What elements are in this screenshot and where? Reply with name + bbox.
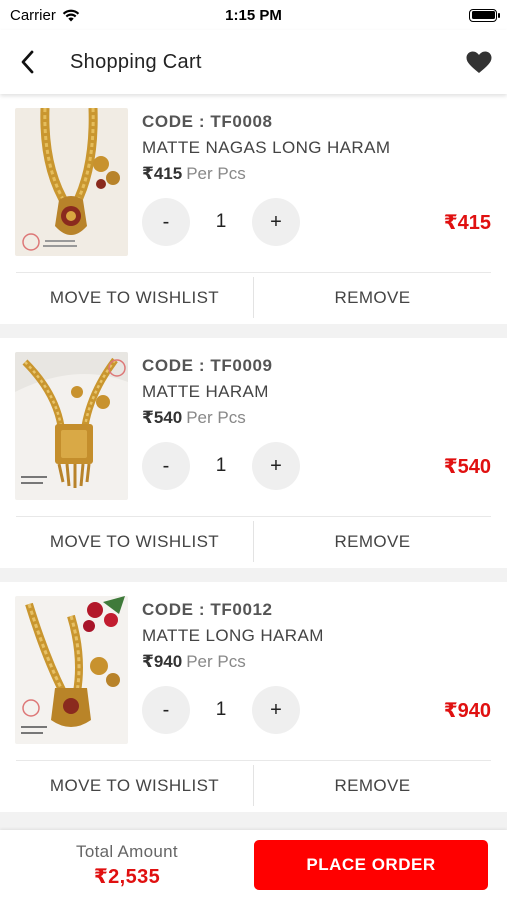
total-amount-label: Total Amount [76,841,178,861]
move-to-wishlist-button[interactable]: MOVE TO WISHLIST [16,273,253,322]
line-total: ₹415 [443,212,491,234]
product-image[interactable] [15,108,128,256]
carrier-info: Carrier [10,7,80,24]
cart-item: CODE : TF0008 MATTE NAGAS LONG HARAM ₹41… [0,94,507,324]
price-unit: Per Pcs [186,164,246,183]
cart-item: CODE : TF0012 MATTE LONG HARAM ₹940 Per P… [0,582,507,812]
cart-item: CODE : TF0009 MATTE HARAM ₹540 Per Pcs - … [0,338,507,568]
battery-icon [469,8,500,22]
unit-price: ₹940 Per Pcs [142,652,246,672]
unit-price: ₹415 Per Pcs [142,164,246,184]
total-summary: Total Amount ₹2,535 [0,842,254,889]
cart-item-list[interactable]: CODE : TF0008 MATTE NAGAS LONG HARAM ₹41… [0,94,507,830]
back-button[interactable] [0,30,56,94]
quantity-value: 1 [215,455,227,476]
move-to-wishlist-button[interactable]: MOVE TO WISHLIST [16,761,253,810]
wifi-icon [62,9,80,21]
total-amount-value: ₹2,535 [93,865,161,888]
decrease-quantity-button[interactable]: - [142,686,190,734]
increase-quantity-button[interactable]: + [252,686,300,734]
price-value: ₹940 [142,652,183,671]
chevron-left-icon [21,50,34,74]
price-value: ₹415 [142,164,183,183]
place-order-button[interactable]: PLACE ORDER [254,840,488,890]
product-image[interactable] [15,596,128,744]
status-bar: Carrier 1:15 PM [0,0,507,30]
product-name: MATTE LONG HARAM [142,626,324,645]
header-bar: Shopping Cart [0,30,507,94]
unit-price: ₹540 Per Pcs [142,408,246,428]
page-title: Shopping Cart [70,50,202,73]
remove-button[interactable]: REMOVE [254,517,491,566]
product-code: CODE : TF0008 [142,112,273,131]
price-unit: Per Pcs [186,408,246,427]
line-total: ₹540 [443,456,491,478]
product-code: CODE : TF0009 [142,356,273,375]
increase-quantity-button[interactable]: + [252,442,300,490]
product-name: MATTE HARAM [142,382,269,401]
decrease-quantity-button[interactable]: - [142,198,190,246]
increase-quantity-button[interactable]: + [252,198,300,246]
quantity-value: 1 [215,211,227,232]
move-to-wishlist-button[interactable]: MOVE TO WISHLIST [16,517,253,566]
product-image[interactable] [15,352,128,500]
remove-button[interactable]: REMOVE [254,273,491,322]
product-name: MATTE NAGAS LONG HARAM [142,138,391,157]
product-code: CODE : TF0012 [142,600,273,619]
remove-button[interactable]: REMOVE [254,761,491,810]
line-total: ₹940 [443,700,491,722]
wishlist-button[interactable] [451,30,507,94]
carrier-label: Carrier [10,6,56,24]
heart-icon [466,51,492,73]
price-value: ₹540 [142,408,183,427]
item-actions: MOVE TO WISHLIST REMOVE [16,760,491,810]
item-actions: MOVE TO WISHLIST REMOVE [16,272,491,322]
item-actions: MOVE TO WISHLIST REMOVE [16,516,491,566]
price-unit: Per Pcs [186,652,246,671]
decrease-quantity-button[interactable]: - [142,442,190,490]
quantity-value: 1 [215,699,227,720]
checkout-bar: Total Amount ₹2,535 PLACE ORDER [0,830,507,900]
